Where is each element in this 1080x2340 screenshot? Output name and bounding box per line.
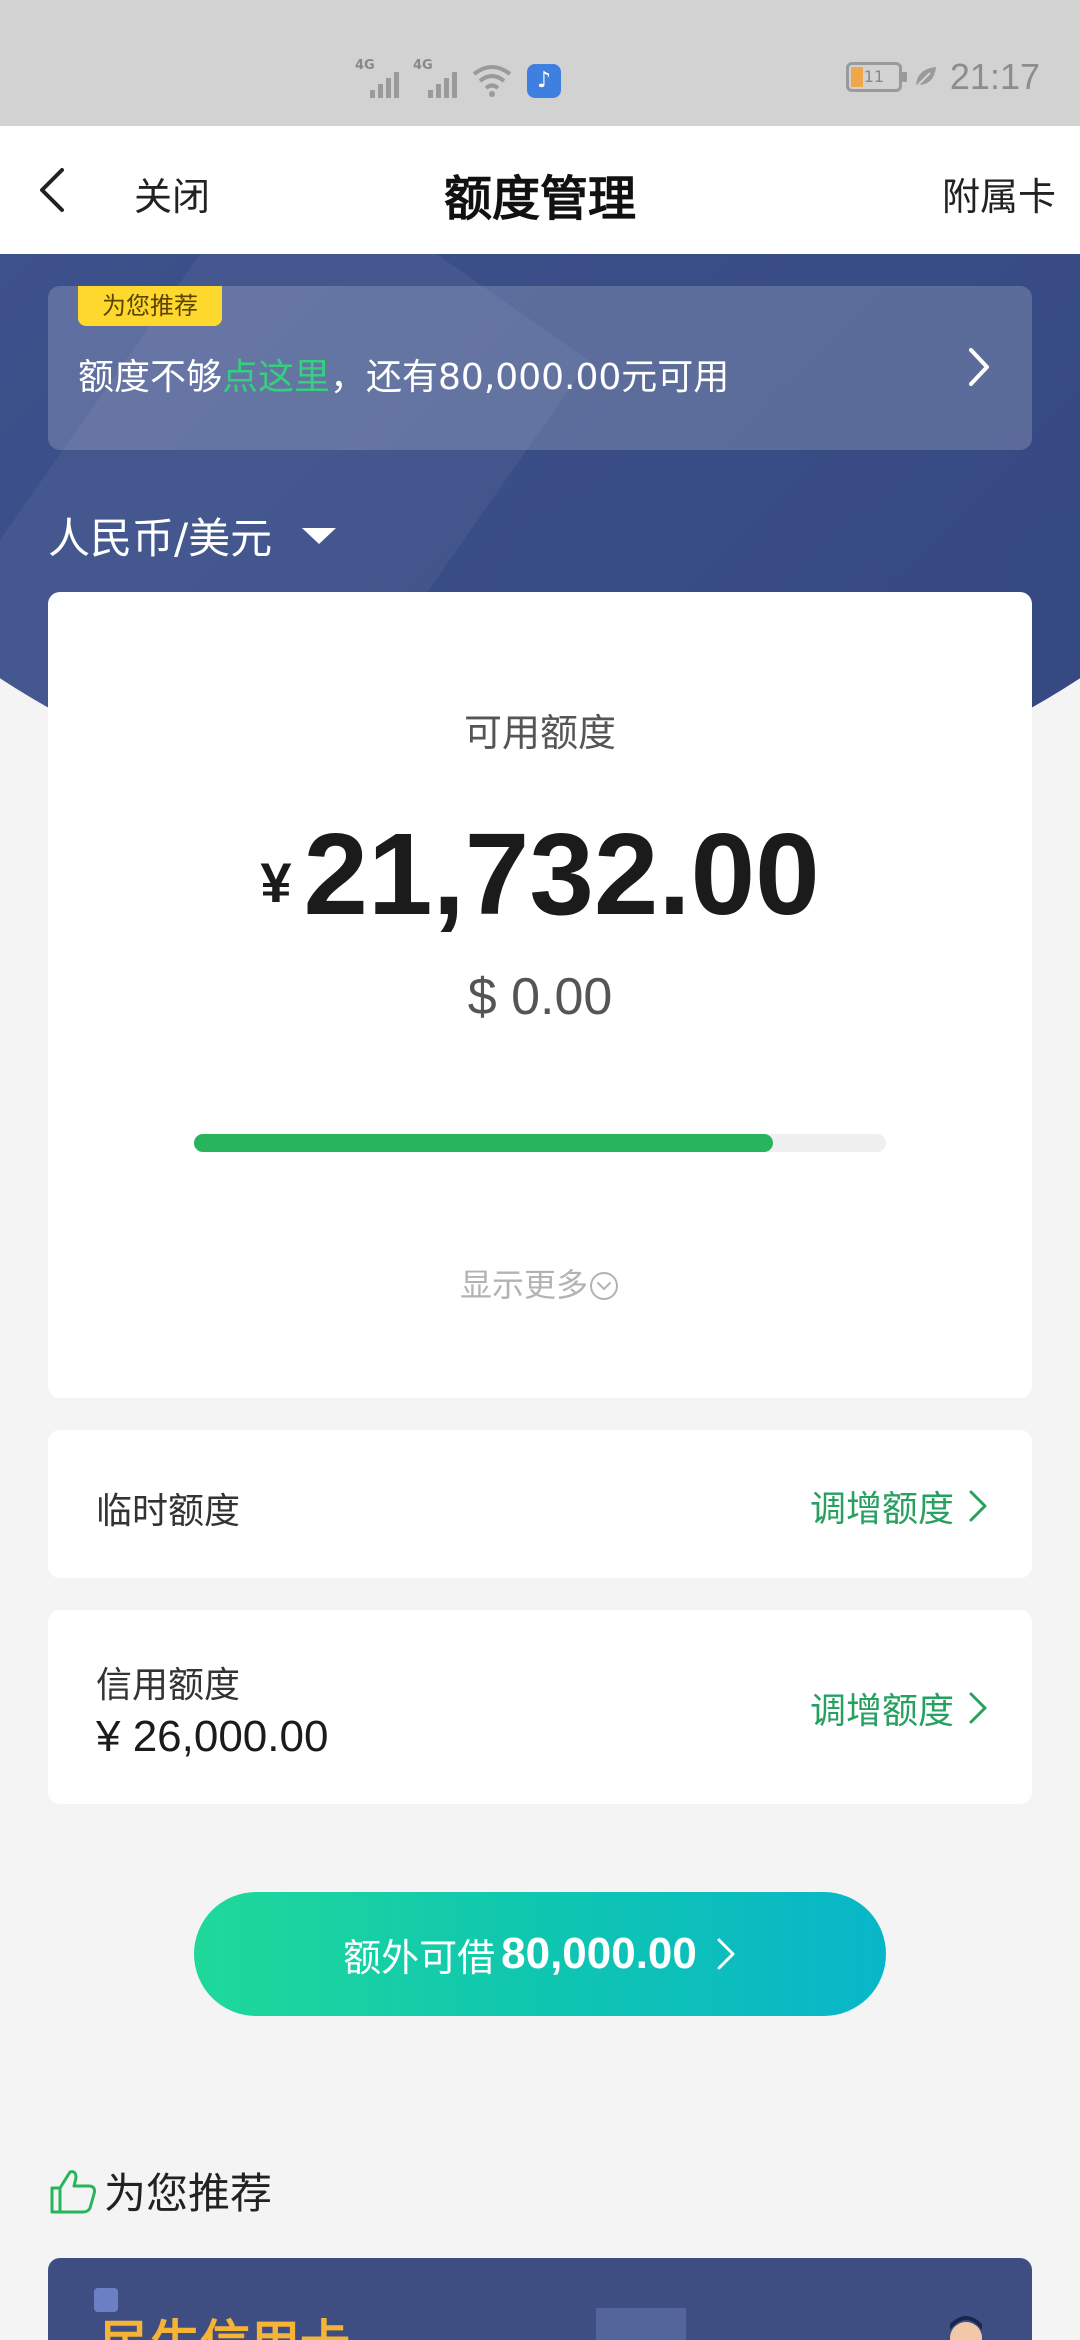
promo-banner[interactable]: 为您推荐 额度不够点这里，还有80,000.00元可用 — [48, 286, 1032, 450]
chevron-right-icon[interactable] — [966, 344, 992, 390]
signal-icon: 4G — [413, 58, 457, 98]
temporary-limit-title: 临时额度 — [96, 1491, 241, 1532]
thumbs-up-icon — [50, 2169, 96, 2213]
temporary-limit-row[interactable]: 临时额度 调增额度 — [48, 1430, 1032, 1578]
credit-limit-row[interactable]: 信用额度 ¥ 26,000.00 调增额度 — [48, 1610, 1032, 1804]
status-time: 21:17 — [949, 56, 1040, 97]
available-amount: ¥21,732.00 — [48, 807, 1032, 941]
recommend-title: 为您推荐 — [104, 2169, 273, 2218]
extra-loan-amount: 80,000.00 — [501, 1929, 697, 1978]
banner-decoration — [596, 2308, 686, 2340]
network-type-label: 4G — [355, 58, 375, 73]
chevron-right-icon — [969, 1490, 987, 1522]
recommend-banner[interactable]: 民生信用卡 — [48, 2258, 1032, 2340]
promo-text-after: ，还有80,000.00元可用 — [330, 357, 730, 398]
increase-limit-label: 调增额度 — [809, 1691, 954, 1732]
extra-loan-button[interactable]: 额外可借 80,000.00 — [194, 1892, 886, 2016]
battery-level: 11 — [863, 67, 885, 86]
supplementary-card-button[interactable]: 附属卡 — [942, 166, 1056, 221]
promo-tag: 为您推荐 — [78, 286, 222, 326]
currency-label: 人民币/美元 — [48, 514, 273, 563]
music-app-icon: ♪ — [527, 64, 561, 98]
wifi-icon — [472, 65, 512, 97]
usage-progress-fill — [194, 1134, 773, 1152]
page-title: 额度管理 — [443, 171, 636, 227]
available-limit-label: 可用额度 — [463, 711, 616, 755]
caret-down-icon — [302, 527, 337, 544]
status-icons: 4G 4G ♪ — [355, 58, 561, 98]
status-bar: 4G 4G ♪ 11 21:17 — [0, 0, 1080, 126]
promo-text-before: 额度不够 — [78, 357, 223, 398]
show-more-label: 显示更多 — [459, 1266, 588, 1304]
increase-limit-label: 调增额度 — [809, 1489, 954, 1530]
recommend-header: 为您推荐 — [46, 2160, 272, 2221]
chevron-down-circle-icon — [590, 1272, 618, 1300]
network-type-label: 4G — [413, 58, 433, 73]
available-amount-value: 21,732.00 — [303, 809, 820, 939]
chevron-right-icon — [969, 1692, 987, 1724]
usd-amount: $ 0.00 — [467, 968, 613, 1026]
person-illustration-icon — [950, 2316, 982, 2340]
promo-text: 额度不够点这里，还有80,000.00元可用 — [78, 348, 729, 400]
banner-title: 民生信用卡 — [100, 2304, 350, 2340]
credit-limit-title: 信用额度 — [96, 1665, 241, 1706]
increase-temp-limit-button[interactable]: 调增额度 — [810, 1480, 988, 1532]
chevron-right-icon — [717, 1938, 735, 1970]
extra-loan-prefix: 额外可借 — [343, 1935, 496, 1980]
battery-icon: 11 — [845, 62, 907, 92]
show-more-button[interactable]: 显示更多 — [48, 1260, 1032, 1306]
usage-progress-bar — [194, 1134, 886, 1152]
currency-selector[interactable]: 人民币/美元 — [48, 505, 337, 566]
nav-bar: 关闭 额度管理 附属卡 — [0, 126, 1080, 254]
available-limit-card: 可用额度 ¥21,732.00 $ 0.00 显示更多 — [48, 592, 1032, 1398]
credit-limit-value: ¥ 26,000.00 — [96, 1712, 329, 1761]
currency-symbol: ¥ — [260, 851, 292, 914]
signal-icon: 4G — [355, 58, 399, 98]
increase-credit-limit-button[interactable]: 调增额度 — [810, 1682, 988, 1734]
leaf-icon — [915, 67, 936, 88]
status-right: 11 21:17 — [845, 56, 1040, 98]
promo-click-here-link[interactable]: 点这里 — [222, 357, 330, 398]
